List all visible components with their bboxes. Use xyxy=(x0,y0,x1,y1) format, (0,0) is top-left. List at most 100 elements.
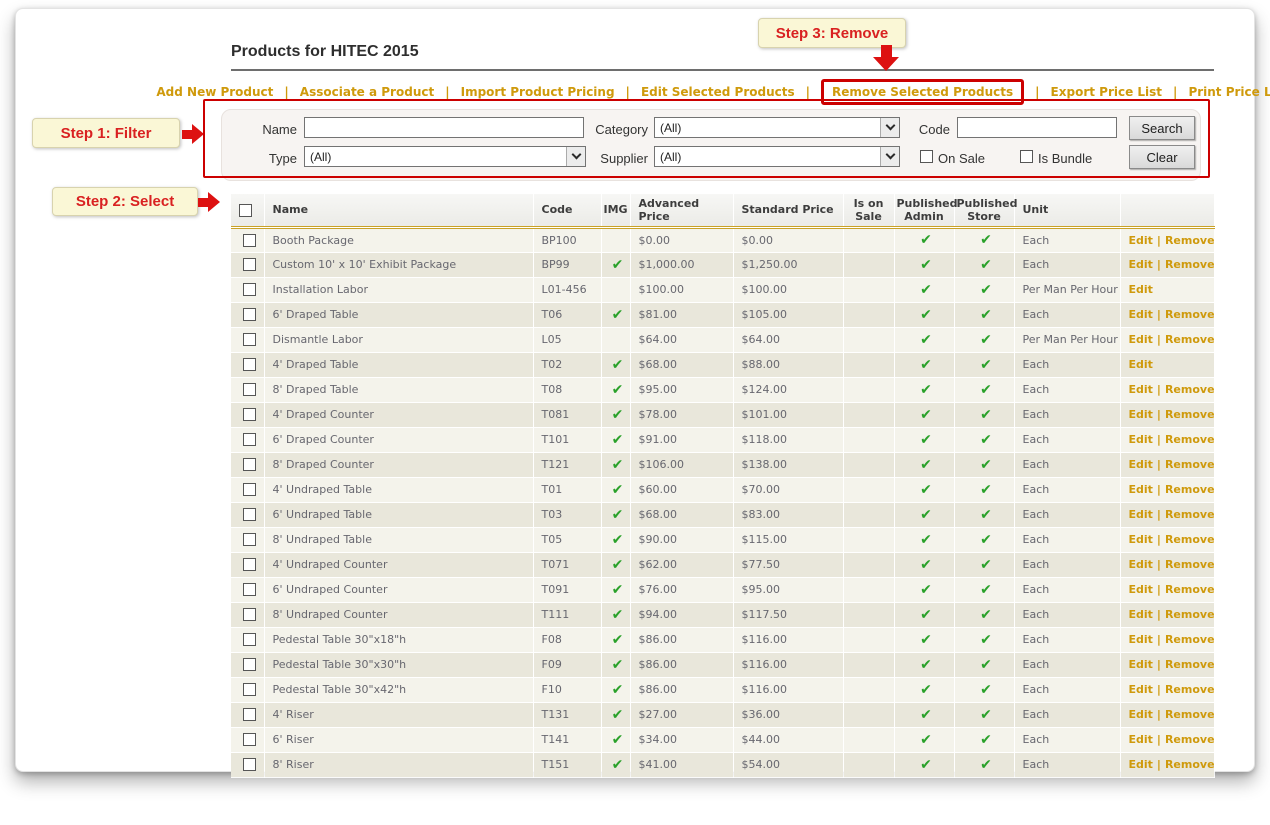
row-checkbox[interactable] xyxy=(243,608,256,621)
is-bundle-checkbox[interactable] xyxy=(1020,150,1033,163)
remove-link[interactable]: Remove xyxy=(1165,758,1214,771)
edit-link[interactable]: Edit xyxy=(1129,633,1153,646)
edit-link[interactable]: Edit xyxy=(1129,483,1153,496)
chevron-down-icon[interactable] xyxy=(880,118,899,137)
edit-link[interactable]: Edit xyxy=(1129,733,1153,746)
edit-link[interactable]: Edit xyxy=(1129,558,1153,571)
category-select[interactable]: (All) xyxy=(654,117,900,138)
remove-link[interactable]: Remove xyxy=(1165,458,1214,471)
remove-link[interactable]: Remove xyxy=(1165,333,1214,346)
row-checkbox[interactable] xyxy=(243,758,256,771)
row-checkbox[interactable] xyxy=(243,308,256,321)
chevron-down-icon[interactable] xyxy=(880,147,899,166)
published-store-status: ✔ xyxy=(954,677,1014,702)
toolbar-link-edit-selected-products[interactable]: Edit Selected Products xyxy=(641,85,795,99)
table-row: 8' Draped CounterT121✔$106.00$138.00✔✔Ea… xyxy=(231,452,1214,477)
remove-link[interactable]: Remove xyxy=(1165,608,1214,621)
row-checkbox[interactable] xyxy=(243,358,256,371)
search-button[interactable]: Search xyxy=(1129,116,1195,140)
row-checkbox[interactable] xyxy=(243,633,256,646)
img-status: ✔ xyxy=(601,652,630,677)
code-filter-input[interactable] xyxy=(957,117,1117,138)
check-icon: ✔ xyxy=(920,607,932,623)
edit-link[interactable]: Edit xyxy=(1129,533,1153,546)
toolbar-link-export-price-list[interactable]: Export Price List xyxy=(1051,85,1163,99)
row-checkbox[interactable] xyxy=(243,533,256,546)
toolbar-link-add-new-product[interactable]: Add New Product xyxy=(156,85,273,99)
edit-link[interactable]: Edit xyxy=(1129,683,1153,696)
row-checkbox[interactable] xyxy=(243,433,256,446)
published-admin-status: ✔ xyxy=(894,452,954,477)
advanced-price: $91.00 xyxy=(630,427,733,452)
edit-link[interactable]: Edit xyxy=(1129,408,1153,421)
edit-link[interactable]: Edit xyxy=(1129,458,1153,471)
edit-link[interactable]: Edit xyxy=(1129,508,1153,521)
row-checkbox[interactable] xyxy=(243,558,256,571)
on-sale-checkbox[interactable] xyxy=(920,150,933,163)
row-checkbox[interactable] xyxy=(243,733,256,746)
remove-link[interactable]: Remove xyxy=(1165,733,1214,746)
row-checkbox[interactable] xyxy=(243,333,256,346)
product-name: 4' Riser xyxy=(264,702,533,727)
remove-link[interactable]: Remove xyxy=(1165,234,1214,247)
supplier-select[interactable]: (All) xyxy=(654,146,900,167)
remove-link[interactable]: Remove xyxy=(1165,408,1214,421)
remove-link[interactable]: Remove xyxy=(1165,433,1214,446)
remove-link[interactable]: Remove xyxy=(1165,308,1214,321)
edit-link[interactable]: Edit xyxy=(1129,708,1153,721)
edit-link[interactable]: Edit xyxy=(1129,258,1153,271)
row-checkbox[interactable] xyxy=(243,258,256,271)
published-store-status: ✔ xyxy=(954,577,1014,602)
remove-link[interactable]: Remove xyxy=(1165,483,1214,496)
toolbar-link-associate-a-product[interactable]: Associate a Product xyxy=(300,85,434,99)
remove-link[interactable]: Remove xyxy=(1165,508,1214,521)
remove-link[interactable]: Remove xyxy=(1165,558,1214,571)
row-checkbox[interactable] xyxy=(243,658,256,671)
edit-link[interactable]: Edit xyxy=(1129,234,1153,247)
row-checkbox[interactable] xyxy=(243,508,256,521)
remove-link[interactable]: Remove xyxy=(1165,683,1214,696)
remove-link[interactable]: Remove xyxy=(1165,258,1214,271)
edit-link[interactable]: Edit xyxy=(1129,383,1153,396)
remove-link[interactable]: Remove xyxy=(1165,708,1214,721)
is-on-sale-status xyxy=(843,527,894,552)
edit-link[interactable]: Edit xyxy=(1129,758,1153,771)
published-store-status: ✔ xyxy=(954,427,1014,452)
row-checkbox[interactable] xyxy=(243,458,256,471)
row-checkbox[interactable] xyxy=(243,234,256,247)
clear-button[interactable]: Clear xyxy=(1129,145,1195,169)
type-select[interactable]: (All) xyxy=(304,146,586,167)
check-icon: ✔ xyxy=(920,582,932,598)
row-checkbox[interactable] xyxy=(243,283,256,296)
row-checkbox[interactable] xyxy=(243,383,256,396)
product-code: T141 xyxy=(533,727,601,752)
remove-link[interactable]: Remove xyxy=(1165,658,1214,671)
is-on-sale-status xyxy=(843,402,894,427)
toolbar-link-import-product-pricing[interactable]: Import Product Pricing xyxy=(461,85,615,99)
product-name: 4' Undraped Table xyxy=(264,477,533,502)
edit-link[interactable]: Edit xyxy=(1129,358,1153,371)
edit-link[interactable]: Edit xyxy=(1129,608,1153,621)
edit-link[interactable]: Edit xyxy=(1129,308,1153,321)
remove-link[interactable]: Remove xyxy=(1165,633,1214,646)
edit-link[interactable]: Edit xyxy=(1129,583,1153,596)
edit-link[interactable]: Edit xyxy=(1129,433,1153,446)
row-checkbox[interactable] xyxy=(243,683,256,696)
row-checkbox[interactable] xyxy=(243,583,256,596)
row-select-cell xyxy=(231,577,264,602)
edit-link[interactable]: Edit xyxy=(1129,283,1153,296)
row-checkbox[interactable] xyxy=(243,408,256,421)
remove-link[interactable]: Remove xyxy=(1165,383,1214,396)
row-checkbox[interactable] xyxy=(243,483,256,496)
remove-link[interactable]: Remove xyxy=(1165,533,1214,546)
select-all-checkbox[interactable] xyxy=(239,204,252,217)
page-canvas: Products for HITEC 2015 Add New Product|… xyxy=(0,0,1270,825)
toolbar-link-print-price-list[interactable]: Print Price List xyxy=(1188,85,1270,99)
chevron-down-icon[interactable] xyxy=(566,147,585,166)
row-checkbox[interactable] xyxy=(243,708,256,721)
remove-link[interactable]: Remove xyxy=(1165,583,1214,596)
edit-link[interactable]: Edit xyxy=(1129,658,1153,671)
edit-link[interactable]: Edit xyxy=(1129,333,1153,346)
name-filter-input[interactable] xyxy=(304,117,584,138)
toolbar-link-remove-selected-products[interactable]: Remove Selected Products xyxy=(821,79,1024,105)
